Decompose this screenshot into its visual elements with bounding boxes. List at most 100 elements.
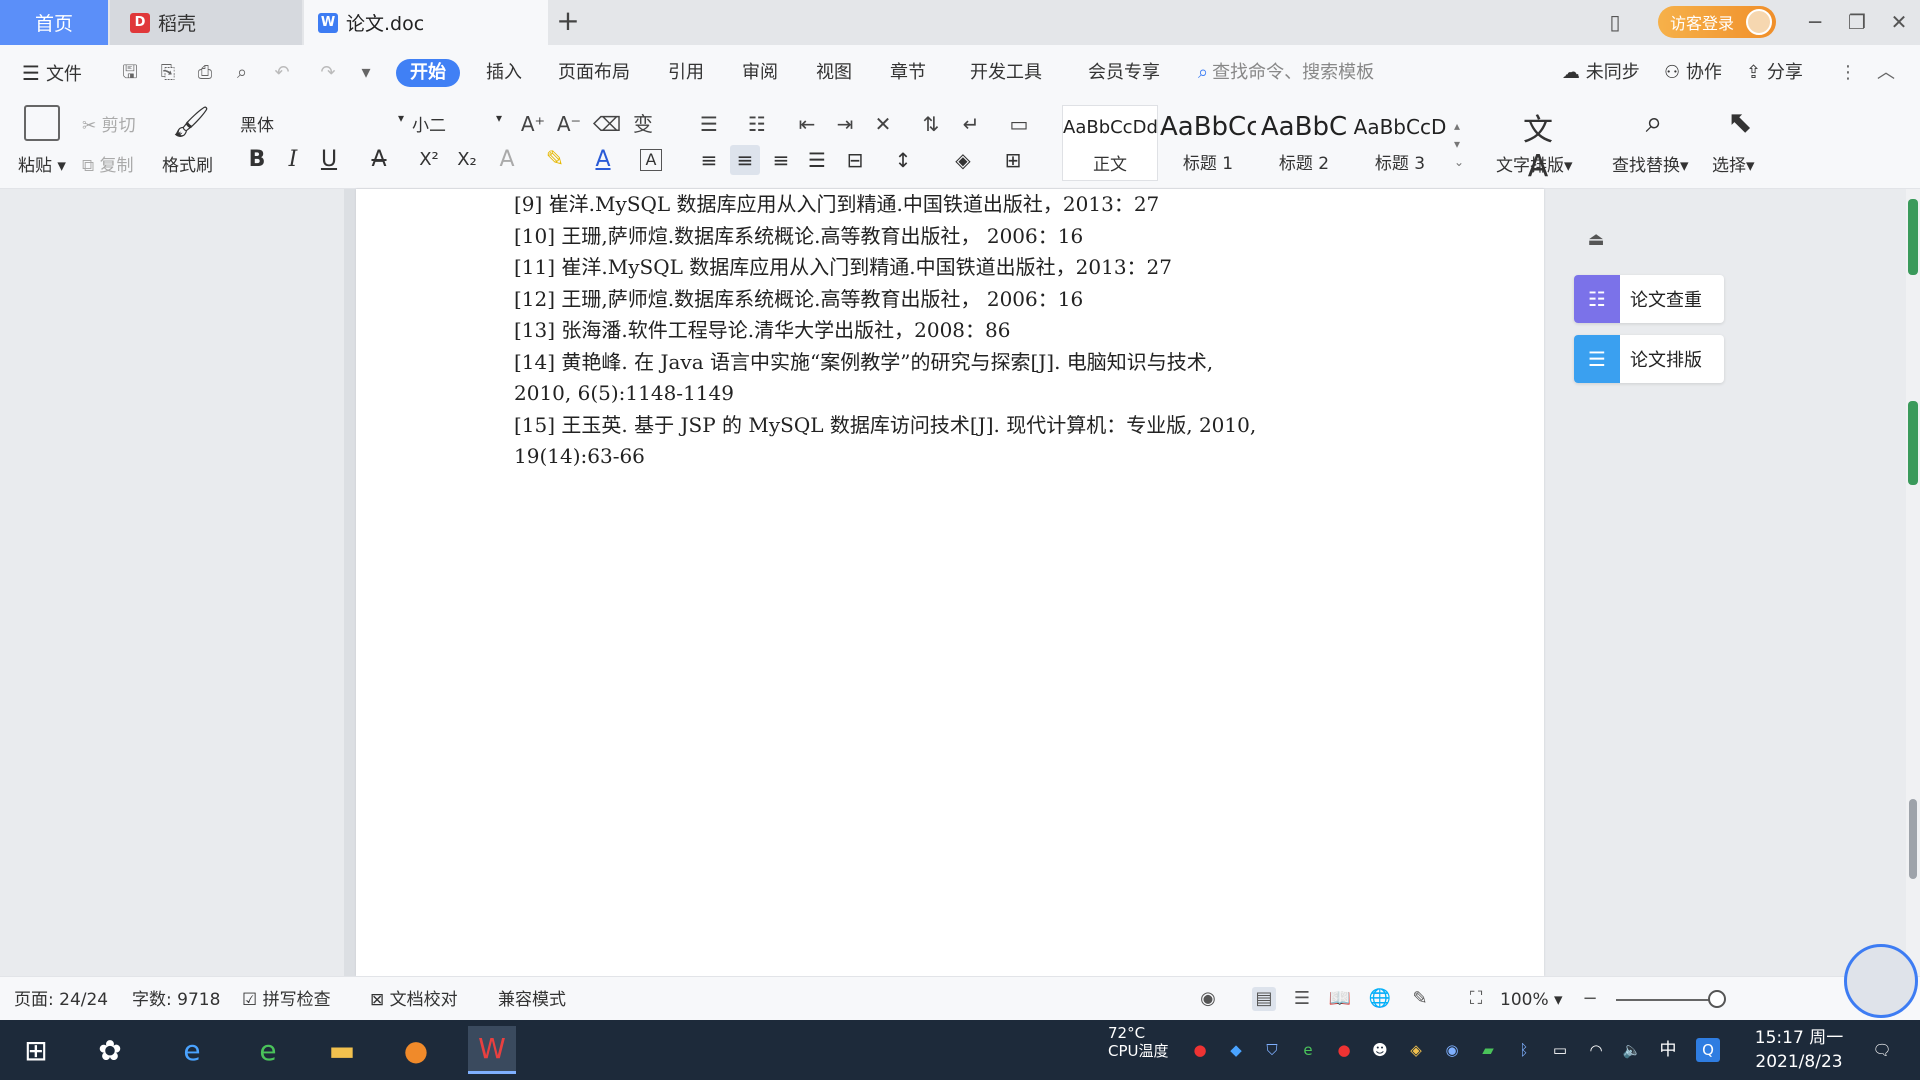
- windows-start-icon[interactable]: ⊞: [12, 1026, 60, 1074]
- ie-browser-icon[interactable]: e: [168, 1026, 216, 1074]
- paste-button[interactable]: 粘贴 ▾: [18, 151, 66, 176]
- highlight-icon[interactable]: ✎: [540, 145, 570, 175]
- zoom-select[interactable]: 100% ▾: [1500, 989, 1563, 1011]
- style-heading-1[interactable]: AaBbCc 标题 1: [1160, 105, 1256, 181]
- italic-button[interactable]: I: [278, 145, 308, 175]
- print-preview-icon[interactable]: ⌕: [230, 61, 254, 85]
- fit-page-icon[interactable]: ⛶: [1464, 987, 1488, 1011]
- tab-view[interactable]: 视图: [816, 59, 852, 87]
- bold-button[interactable]: B: [242, 145, 272, 175]
- tab-document[interactable]: W 论文.doc: [304, 0, 548, 45]
- outline-view-icon[interactable]: ☰: [1290, 987, 1314, 1011]
- zoom-slider-knob[interactable]: [1708, 990, 1726, 1008]
- format-painter-button[interactable]: 格式刷: [162, 151, 213, 176]
- minimize-button[interactable]: ─: [1800, 8, 1830, 36]
- line-spacing-icon[interactable]: ↕: [888, 145, 918, 175]
- tab-references[interactable]: 引用: [668, 59, 704, 87]
- ime-indicator[interactable]: 中: [1656, 1038, 1680, 1062]
- wifi-icon[interactable]: ◠: [1584, 1038, 1608, 1062]
- borders-icon[interactable]: ⊞: [998, 145, 1028, 175]
- tab-member[interactable]: 会员专享: [1088, 59, 1160, 87]
- tab-page-layout[interactable]: 页面布局: [558, 59, 630, 87]
- more-icon[interactable]: ⋮: [1836, 61, 1860, 85]
- proofread-button[interactable]: ⊠ 文档校对: [370, 989, 458, 1011]
- cpu-temp-widget[interactable]: 72°C CPU温度: [1108, 1024, 1169, 1060]
- font-size-select[interactable]: 小二 ▾: [412, 111, 508, 136]
- decrease-indent-icon[interactable]: ⇤: [792, 109, 822, 139]
- char-border-icon[interactable]: A: [640, 149, 662, 171]
- app-icon[interactable]: ✿: [86, 1026, 134, 1074]
- reading-mode-icon[interactable]: ▯: [1600, 8, 1630, 36]
- search-app-icon[interactable]: Q: [1696, 1038, 1720, 1062]
- paper-check-button[interactable]: ☷ 论文查重: [1574, 275, 1724, 323]
- tab-chapter[interactable]: 章节: [890, 59, 926, 87]
- notification-icon[interactable]: 🗨: [1870, 1038, 1894, 1062]
- style-heading-3[interactable]: AaBbCcD 标题 3: [1352, 105, 1448, 181]
- zoom-slider[interactable]: [1616, 999, 1716, 1001]
- wps-taskbar-icon[interactable]: W: [468, 1026, 516, 1074]
- file-menu[interactable]: ☰ 文件: [22, 59, 82, 87]
- shield-icon[interactable]: ⛉: [1260, 1038, 1284, 1062]
- ruler-icon[interactable]: ▭: [1004, 109, 1034, 139]
- save-icon[interactable]: 🖫: [118, 61, 142, 85]
- shading-icon[interactable]: ◈: [948, 145, 978, 175]
- justify-icon[interactable]: ☰: [802, 145, 832, 175]
- paste-icon[interactable]: [24, 105, 60, 141]
- align-center-icon[interactable]: ≡: [730, 145, 760, 175]
- tab-daoke[interactable]: D 稻壳: [110, 0, 302, 45]
- tray-network-app-icon[interactable]: ◆: [1224, 1038, 1248, 1062]
- text-effect-icon[interactable]: A: [492, 145, 522, 175]
- reading-view-icon[interactable]: 📖: [1328, 987, 1352, 1011]
- write-mode-icon[interactable]: ✎: [1408, 987, 1432, 1011]
- scrollbar-thumb[interactable]: [1909, 799, 1917, 879]
- redo-icon[interactable]: ↷: [316, 61, 340, 85]
- export-icon[interactable]: ⎘: [156, 61, 180, 85]
- zoom-out-icon[interactable]: −: [1578, 987, 1602, 1011]
- word-count[interactable]: 字数: 9718: [132, 989, 220, 1011]
- collaborate-button[interactable]: ⚇ 协作: [1664, 59, 1722, 87]
- browser-icon[interactable]: e: [244, 1026, 292, 1074]
- tray-app-icon[interactable]: ●: [1188, 1038, 1212, 1062]
- battery-icon[interactable]: ▭: [1548, 1038, 1572, 1062]
- tab-home[interactable]: 首页: [0, 0, 108, 45]
- web-view-icon[interactable]: 🌐: [1368, 987, 1392, 1011]
- game-app-icon[interactable]: ●: [392, 1026, 440, 1074]
- superscript-button[interactable]: X²: [414, 145, 444, 175]
- nvidia-icon[interactable]: ▰: [1476, 1038, 1500, 1062]
- align-left-icon[interactable]: ≡: [694, 145, 724, 175]
- qq-icon[interactable]: ☻: [1368, 1038, 1392, 1062]
- sort-icon[interactable]: ⇅: [916, 109, 946, 139]
- collapse-panel-icon[interactable]: ⏏: [1584, 229, 1608, 253]
- bullet-list-icon[interactable]: ☰: [694, 109, 724, 139]
- select-button[interactable]: 选择▾: [1712, 151, 1755, 176]
- text-layout-button[interactable]: 文字排版▾: [1496, 151, 1573, 176]
- text-layout-icon[interactable]: 文A: [1520, 105, 1556, 184]
- sync-button[interactable]: ☁ 未同步: [1562, 59, 1640, 87]
- share-button[interactable]: ⇪ 分享: [1746, 59, 1803, 87]
- volume-icon[interactable]: 🔈: [1620, 1038, 1644, 1062]
- distribute-icon[interactable]: ⊟: [840, 145, 870, 175]
- format-painter-icon[interactable]: 🖌: [172, 105, 210, 141]
- font-name-select[interactable]: 黑体 ▾: [240, 111, 410, 136]
- find-replace-button[interactable]: 查找替换▾: [1612, 151, 1689, 176]
- print-icon[interactable]: ⎙: [193, 61, 217, 85]
- clear-format-icon[interactable]: ⌫: [592, 109, 622, 139]
- vertical-scrollbar[interactable]: [1906, 189, 1920, 976]
- page-view-icon[interactable]: ▤: [1252, 987, 1276, 1011]
- restore-button[interactable]: ❐: [1842, 8, 1872, 36]
- underline-button[interactable]: U: [314, 145, 344, 175]
- increase-indent-icon[interactable]: ⇥: [830, 109, 860, 139]
- tab-developer[interactable]: 开发工具: [970, 59, 1042, 87]
- file-explorer-icon[interactable]: ▬: [318, 1026, 366, 1074]
- new-tab-button[interactable]: +: [552, 6, 584, 38]
- document-page[interactable]: [9] 崔洋.MySQL 数据库应用从入门到精通.中国铁道出版社，2013：27…: [356, 189, 1544, 976]
- collapse-ribbon-icon[interactable]: ︿: [1874, 61, 1898, 85]
- tab-review[interactable]: 审阅: [742, 59, 778, 87]
- clock[interactable]: 15:17 周一 2021/8/23: [1744, 1026, 1854, 1074]
- strikethrough-button[interactable]: A: [364, 145, 394, 175]
- login-button[interactable]: 访客登录: [1658, 6, 1776, 38]
- chevron-down-icon[interactable]: ▾: [354, 61, 378, 85]
- page-indicator[interactable]: 页面: 24/24: [14, 989, 108, 1011]
- number-list-icon[interactable]: ☷: [742, 109, 772, 139]
- subscript-button[interactable]: X₂: [452, 145, 482, 175]
